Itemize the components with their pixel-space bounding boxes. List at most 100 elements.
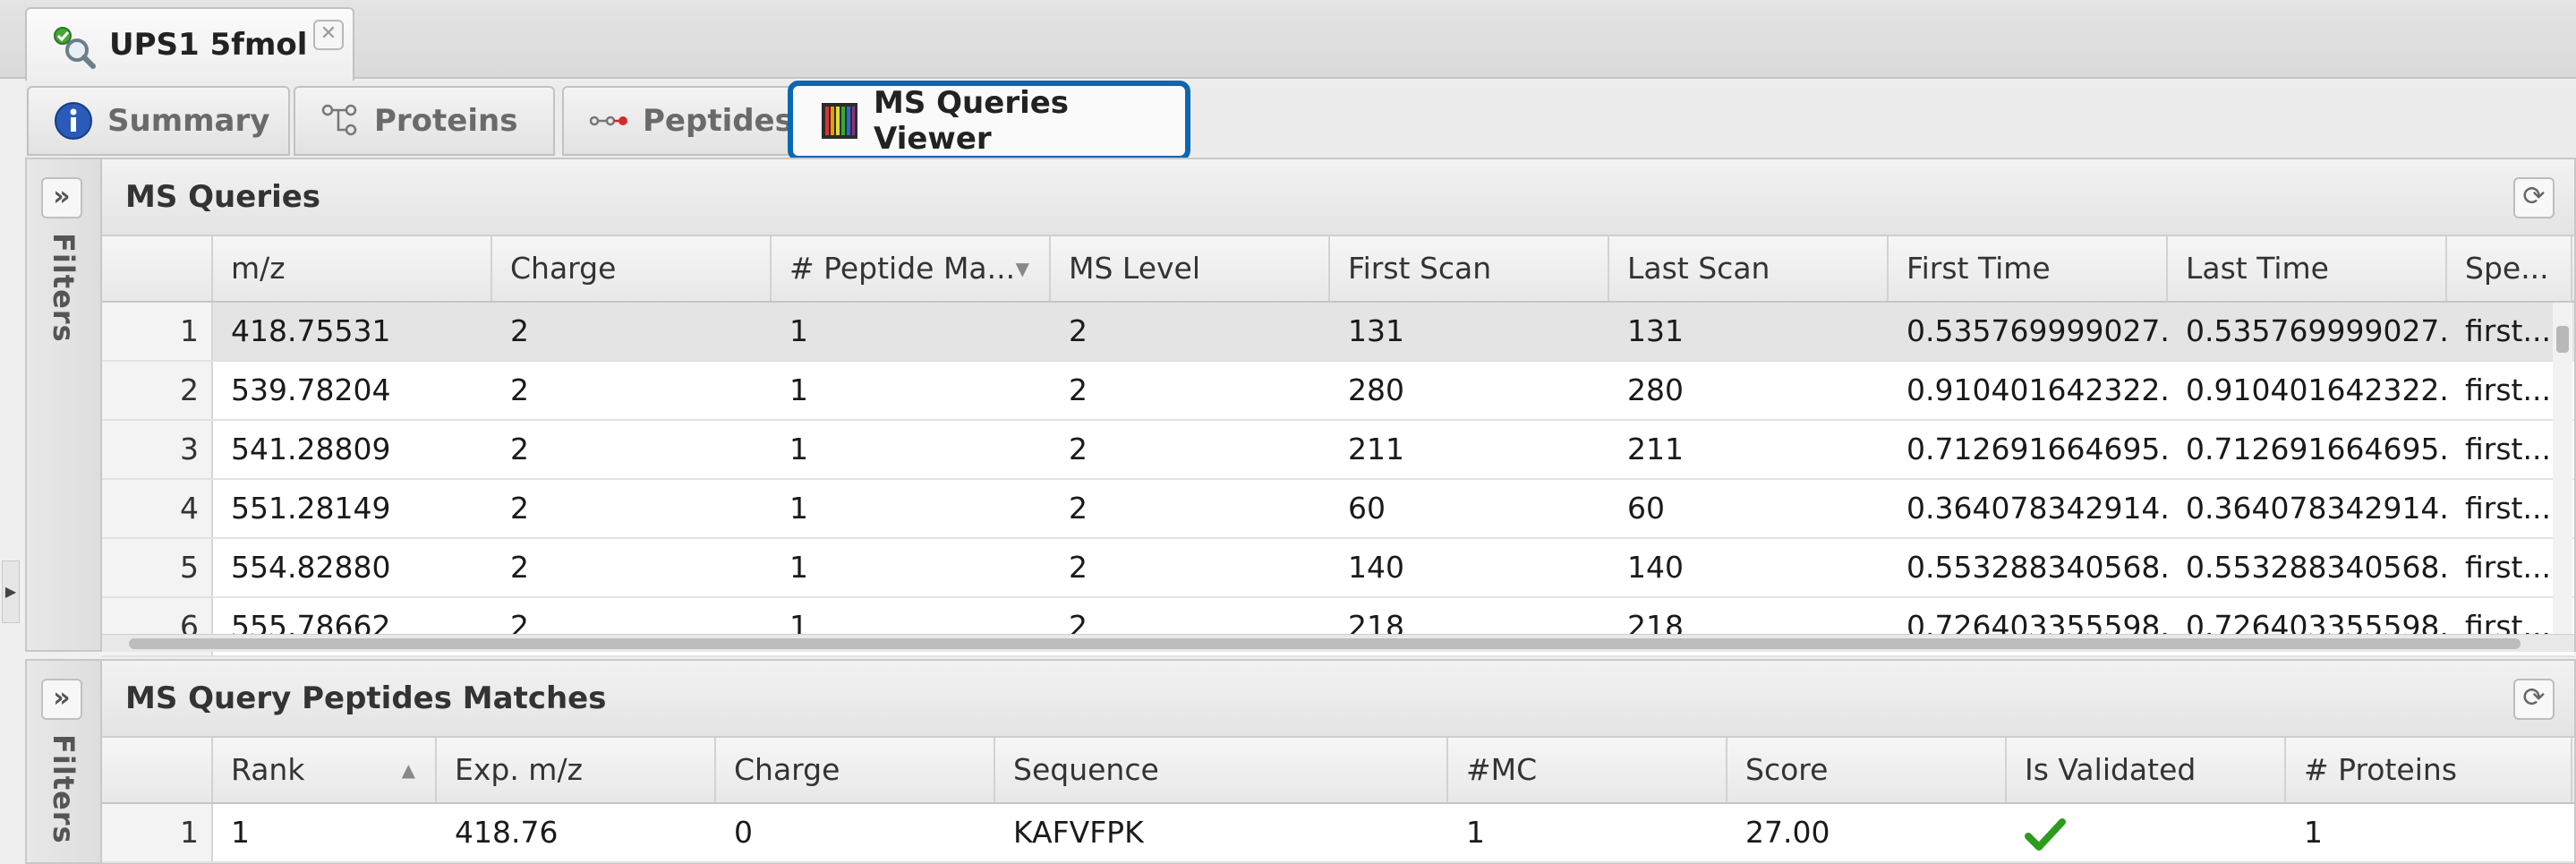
column-header-last-scan[interactable]: Last Scan [1609, 236, 1889, 301]
cell-mc: 1 [1466, 815, 1485, 850]
peptide-matches-title: MS Query Peptides Matches [125, 680, 607, 716]
cell-ms-level: 2 [1069, 432, 1088, 466]
cell-charge: 2 [510, 491, 529, 526]
cell-charge: 2 [510, 550, 529, 585]
cell-last-time: 0.712691664695... [2186, 432, 2447, 466]
cell-last-scan: 131 [1627, 313, 1684, 348]
cell-first-scan: 131 [1348, 313, 1404, 348]
peptide-matches-table: Rank Exp. m/z Charge Sequence #MC Score … [102, 738, 2574, 863]
table-row[interactable]: 5 554.82880 2 1 2 140 140 0.553288340568... 0.55… [102, 539, 2574, 598]
peptide-matches-body: 1 1 418.76 0 KAFVFPK 1 27.00 1 [102, 804, 2574, 863]
column-header-spectrum[interactable]: Spe... [2447, 236, 2572, 301]
scrollbar-thumb[interactable] [129, 638, 2521, 649]
refresh-icon[interactable]: ⟳ [2513, 177, 2555, 218]
expand-filters-button[interactable]: » [41, 679, 82, 720]
cell-charge: 2 [510, 313, 529, 348]
cell-last-time: 0.364078342914... [2186, 491, 2447, 526]
column-header-ms-level[interactable]: MS Level [1051, 236, 1330, 301]
peptide-matches-panel: » Filters MS Query Peptides Matches ⟳ Ra… [25, 659, 2576, 864]
refresh-icon[interactable]: ⟳ [2513, 679, 2555, 720]
column-header-is-validated[interactable]: Is Validated [2007, 738, 2286, 802]
cell-last-scan: 60 [1627, 491, 1665, 526]
tab-ms-queries-viewer[interactable]: MS Queries Viewer [788, 81, 1190, 161]
column-header-mz[interactable]: m/z [213, 236, 492, 301]
document-tab-bar: UPS1 5fmol ✕ [0, 0, 2576, 81]
spectrum-icon [822, 103, 857, 139]
ms-queries-title: MS Queries [125, 179, 321, 215]
cell-index: 5 [102, 539, 213, 596]
cell-charge: 0 [734, 815, 753, 850]
cell-last-scan: 140 [1627, 550, 1684, 585]
cell-first-scan: 140 [1348, 550, 1404, 585]
check-icon [2007, 804, 2286, 861]
table-row[interactable]: 1 1 418.76 0 KAFVFPK 1 27.00 1 [102, 804, 2574, 863]
cell-peptide-matches: 1 [789, 372, 808, 407]
document-tab[interactable]: UPS1 5fmol ✕ [25, 7, 354, 81]
column-header-proteins[interactable]: # Proteins [2286, 738, 2572, 802]
cell-first-scan: 211 [1348, 432, 1404, 466]
column-header-charge[interactable]: Charge [716, 738, 995, 802]
tab-peptides[interactable]: Peptides [562, 86, 806, 156]
column-header-index[interactable] [102, 236, 213, 301]
filters-label[interactable]: Filters [47, 734, 81, 844]
info-icon [55, 102, 92, 140]
search-database-icon [54, 27, 96, 69]
ms-queries-body: 1 418.75531 2 1 2 131 131 0.535769999027... 0.53… [102, 303, 2574, 657]
cell-exp-mz: 418.76 [455, 815, 559, 850]
cell-first-time: 0.364078342914... [1906, 491, 2168, 526]
expand-filters-button[interactable]: » [41, 177, 82, 218]
tab-proteins[interactable]: Proteins [294, 86, 555, 156]
cell-index: 1 [102, 804, 213, 861]
cell-last-time: 0.910401642322... [2186, 372, 2447, 407]
tree-icon [321, 104, 357, 136]
vertical-scrollbar[interactable] [2553, 303, 2572, 637]
column-header-index[interactable] [102, 738, 213, 802]
filters-label[interactable]: Filters [47, 233, 81, 343]
view-tab-bar: Summary Proteins Peptides MS Queries Vie… [25, 81, 2576, 161]
cell-last-scan: 280 [1627, 372, 1684, 407]
column-header-rank[interactable]: Rank [213, 738, 437, 802]
cell-proteins: 1 [2304, 815, 2323, 850]
cell-mz: 541.28809 [231, 432, 391, 466]
cell-first-scan: 280 [1348, 372, 1404, 407]
table-header: Rank Exp. m/z Charge Sequence #MC Score … [102, 738, 2574, 804]
column-header-first-scan[interactable]: First Scan [1330, 236, 1609, 301]
cell-peptide-matches: 1 [789, 491, 808, 526]
table-row[interactable]: 1 418.75531 2 1 2 131 131 0.535769999027... 0.53… [102, 303, 2574, 362]
side-collapse-arrow[interactable]: ▶ [2, 560, 20, 623]
column-header-first-time[interactable]: First Time [1889, 236, 2168, 301]
cell-index: 4 [102, 480, 213, 537]
table-row[interactable]: 3 541.28809 2 1 2 211 211 0.712691664695... 0.71… [102, 421, 2574, 480]
cell-first-time: 0.712691664695... [1906, 432, 2168, 466]
column-header-score[interactable]: Score [1727, 738, 2007, 802]
cell-charge: 2 [510, 372, 529, 407]
column-header-charge[interactable]: Charge [492, 236, 772, 301]
table-row[interactable]: 2 539.78204 2 1 2 280 280 0.910401642322... 0.91… [102, 362, 2574, 421]
column-header-sequence[interactable]: Sequence [995, 738, 1448, 802]
cell-index: 2 [102, 362, 213, 419]
cell-mz: 551.28149 [231, 491, 391, 526]
column-header-exp-mz[interactable]: Exp. m/z [437, 738, 716, 802]
cell-ms-level: 2 [1069, 313, 1088, 348]
tab-peptides-label: Peptides [643, 103, 793, 139]
document-tab-title: UPS1 5fmol [109, 27, 308, 63]
filters-strip: » Filters [27, 159, 102, 650]
tab-proteins-label: Proteins [374, 103, 518, 139]
cell-last-time: 0.535769999027... [2186, 313, 2447, 348]
cell-ms-level: 2 [1069, 550, 1088, 585]
scrollbar-thumb[interactable] [2556, 326, 2569, 353]
cell-score: 27.00 [1745, 815, 1830, 850]
horizontal-scrollbar[interactable] [102, 634, 2574, 652]
column-header-mc[interactable]: #MC [1448, 738, 1727, 802]
column-header-last-time[interactable]: Last Time [2168, 236, 2447, 301]
close-icon[interactable]: ✕ [313, 20, 344, 50]
cell-first-scan: 60 [1348, 491, 1386, 526]
column-header-peptide-matches[interactable]: # Peptide Ma... [772, 236, 1051, 301]
cell-index: 1 [102, 303, 213, 360]
cell-mz: 539.78204 [231, 372, 391, 407]
cell-ms-level: 2 [1069, 491, 1088, 526]
tab-summary[interactable]: Summary [27, 86, 290, 156]
table-header: m/z Charge # Peptide Ma... MS Level Firs… [102, 236, 2574, 303]
cell-last-time: 0.553288340568... [2186, 550, 2447, 585]
table-row[interactable]: 4 551.28149 2 1 2 60 60 0.364078342914... 0.3640… [102, 480, 2574, 539]
